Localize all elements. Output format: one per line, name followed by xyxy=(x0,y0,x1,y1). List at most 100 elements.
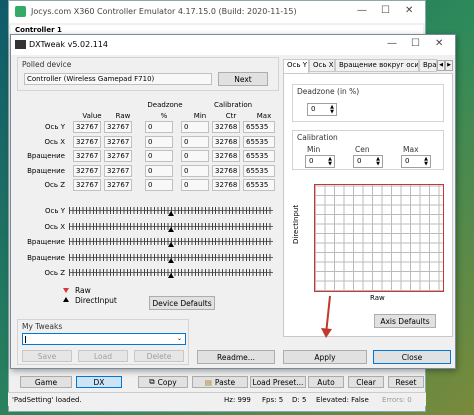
close-icon[interactable]: ✕ xyxy=(405,5,413,16)
polled-device-field[interactable]: Controller (Wireless Gamepad F710) xyxy=(24,73,212,85)
axis-max-field: 65535 xyxy=(243,135,275,148)
spinner-arrows-icon[interactable]: ▲ ▼ xyxy=(327,157,333,167)
status-errors: Errors: 0 xyxy=(382,396,412,404)
minimize-icon[interactable]: — xyxy=(387,38,397,49)
axis-row-label: Ось X xyxy=(44,137,65,146)
cal-min-label: Min xyxy=(307,145,321,154)
axis-row-label: Вращение xyxy=(27,152,65,160)
save-label: Save xyxy=(37,351,57,361)
slider-thumb[interactable] xyxy=(168,242,174,247)
delete-button[interactable]: Delete xyxy=(134,350,184,362)
deadzone-spinner[interactable]: 0 ▲ ▼ xyxy=(307,103,337,116)
tab-scroll-right-icon[interactable]: ▶ xyxy=(445,60,453,71)
deadzone-header: Deadzone xyxy=(147,101,183,109)
axis-min-field: 0 xyxy=(181,164,209,177)
readme-label: Readme... xyxy=(217,352,255,362)
dx-label: DX xyxy=(93,377,105,387)
axis-slider[interactable] xyxy=(69,221,273,233)
next-button[interactable]: Next xyxy=(218,72,268,86)
axis-ctr-field: 32768 xyxy=(212,150,240,162)
load-preset-label: Load Preset... xyxy=(252,377,304,387)
dx-button[interactable]: DX xyxy=(76,376,122,388)
minimize-icon[interactable]: — xyxy=(357,5,367,16)
cal-cen-value: 0 xyxy=(357,157,362,165)
load-button[interactable]: Load xyxy=(78,350,128,362)
cal-cen-spinner[interactable]: 0 ▲ ▼ xyxy=(353,155,383,168)
slider-thumb[interactable] xyxy=(168,226,174,232)
axis-min-field: 0 xyxy=(181,135,209,148)
ctr-header: Ctr xyxy=(225,112,237,120)
raw-legend-icon xyxy=(63,288,69,293)
axis-tab-panel: Deadzone (in %) 0 ▲ ▼ Calibration Min Cen… xyxy=(283,73,453,338)
status-hz: Hz: 999 xyxy=(224,396,251,404)
slider-label: Ось Y xyxy=(45,207,65,215)
axis-min-field: 0 xyxy=(181,121,209,133)
readme-button[interactable]: Readme... xyxy=(197,350,275,364)
slider-thumb[interactable] xyxy=(168,273,174,278)
device-defaults-button[interactable]: Device Defaults xyxy=(149,296,215,310)
min-header: Min xyxy=(193,112,207,120)
load-preset-button[interactable]: Load Preset... xyxy=(250,376,306,388)
chevron-down-icon[interactable]: ⌄ xyxy=(177,335,182,342)
axis-max-field: 65535 xyxy=(243,121,275,133)
cal-max-label: Max xyxy=(403,145,419,154)
apply-button[interactable]: Apply xyxy=(283,350,367,364)
axis-defaults-label: Axis Defaults xyxy=(380,316,430,326)
axis-defaults-button[interactable]: Axis Defaults xyxy=(374,314,436,328)
axis-value-field: 32767 xyxy=(73,135,101,148)
game-button[interactable]: Game xyxy=(20,376,72,388)
auto-button[interactable]: Auto xyxy=(308,376,344,388)
close-button[interactable]: Close xyxy=(373,350,451,364)
deadzone-value: 0 xyxy=(311,105,316,113)
maximize-icon[interactable]: ☐ xyxy=(381,5,390,16)
close-icon[interactable]: ✕ xyxy=(435,38,443,49)
maximize-icon[interactable]: ☐ xyxy=(411,38,420,49)
spinner-arrows-icon[interactable]: ▲ ▼ xyxy=(375,157,381,167)
tab-axis-x-label: Ось X xyxy=(313,61,334,69)
axis-dz-field: 0 xyxy=(145,150,173,162)
axis-slider[interactable] xyxy=(69,236,273,248)
tab-scroll-left-icon[interactable]: ◀ xyxy=(437,60,445,71)
axis-slider[interactable] xyxy=(69,205,273,217)
load-label: Load xyxy=(94,351,112,361)
paste-button[interactable]: ▤ Paste xyxy=(192,376,248,388)
slider-thumb[interactable] xyxy=(168,211,174,216)
apply-label: Apply xyxy=(314,352,336,362)
directinput-legend-icon xyxy=(63,297,69,302)
axis-slider[interactable] xyxy=(69,267,273,279)
axis-min-field: 0 xyxy=(181,150,209,162)
paste-icon: ▤ xyxy=(204,377,212,387)
text-cursor xyxy=(25,336,26,343)
tab-rotation-y[interactable]: Вращение вокруг оси Y xyxy=(335,59,419,72)
axis-raw-field: 32767 xyxy=(104,135,132,148)
tab-rotation-more[interactable]: Вра xyxy=(419,59,437,72)
slider-label: Вращение xyxy=(27,253,65,262)
raw-header: Raw xyxy=(115,112,131,120)
status-message: 'PadSetting' loaded. xyxy=(12,396,82,404)
axis-ctr-field: 32768 xyxy=(212,135,240,148)
tab-axis-y[interactable]: Ось Y xyxy=(283,59,309,73)
reset-button[interactable]: Reset xyxy=(388,376,424,388)
status-bar: 'PadSetting' loaded. Hz: 999 Fps: 5 D: 5… xyxy=(8,392,426,406)
cal-max-spinner[interactable]: 0 ▲ ▼ xyxy=(401,155,431,168)
tweaks-select[interactable]: ⌄ xyxy=(22,333,186,345)
tab-rotation-more-label: Вра xyxy=(423,61,437,69)
dxtweak-title: DXTweak v5.02.114 xyxy=(29,40,108,49)
spinner-arrows-icon[interactable]: ▲ ▼ xyxy=(423,157,429,167)
save-button[interactable]: Save xyxy=(22,350,72,362)
deadzone-label: Deadzone (in %) xyxy=(297,87,360,96)
tab-axis-x[interactable]: Ось X xyxy=(309,59,335,72)
clear-button[interactable]: Clear xyxy=(348,376,384,388)
slider-thumb[interactable] xyxy=(168,257,174,263)
axis-value-field: 32767 xyxy=(73,150,101,162)
polled-device-label: Polled device xyxy=(22,60,72,69)
cal-min-spinner[interactable]: 0 ▲ ▼ xyxy=(305,155,335,168)
paste-label: Paste xyxy=(214,377,236,387)
game-label: Game xyxy=(34,377,58,387)
axis-dz-field: 0 xyxy=(145,135,173,148)
copy-button[interactable]: ⧉ Copy xyxy=(138,376,188,388)
max-header: Max xyxy=(256,112,272,120)
axis-slider[interactable] xyxy=(69,252,273,264)
polled-device-group: Polled device Controller (Wireless Gamep… xyxy=(17,57,279,91)
spinner-arrows-icon[interactable]: ▲ ▼ xyxy=(329,105,335,115)
